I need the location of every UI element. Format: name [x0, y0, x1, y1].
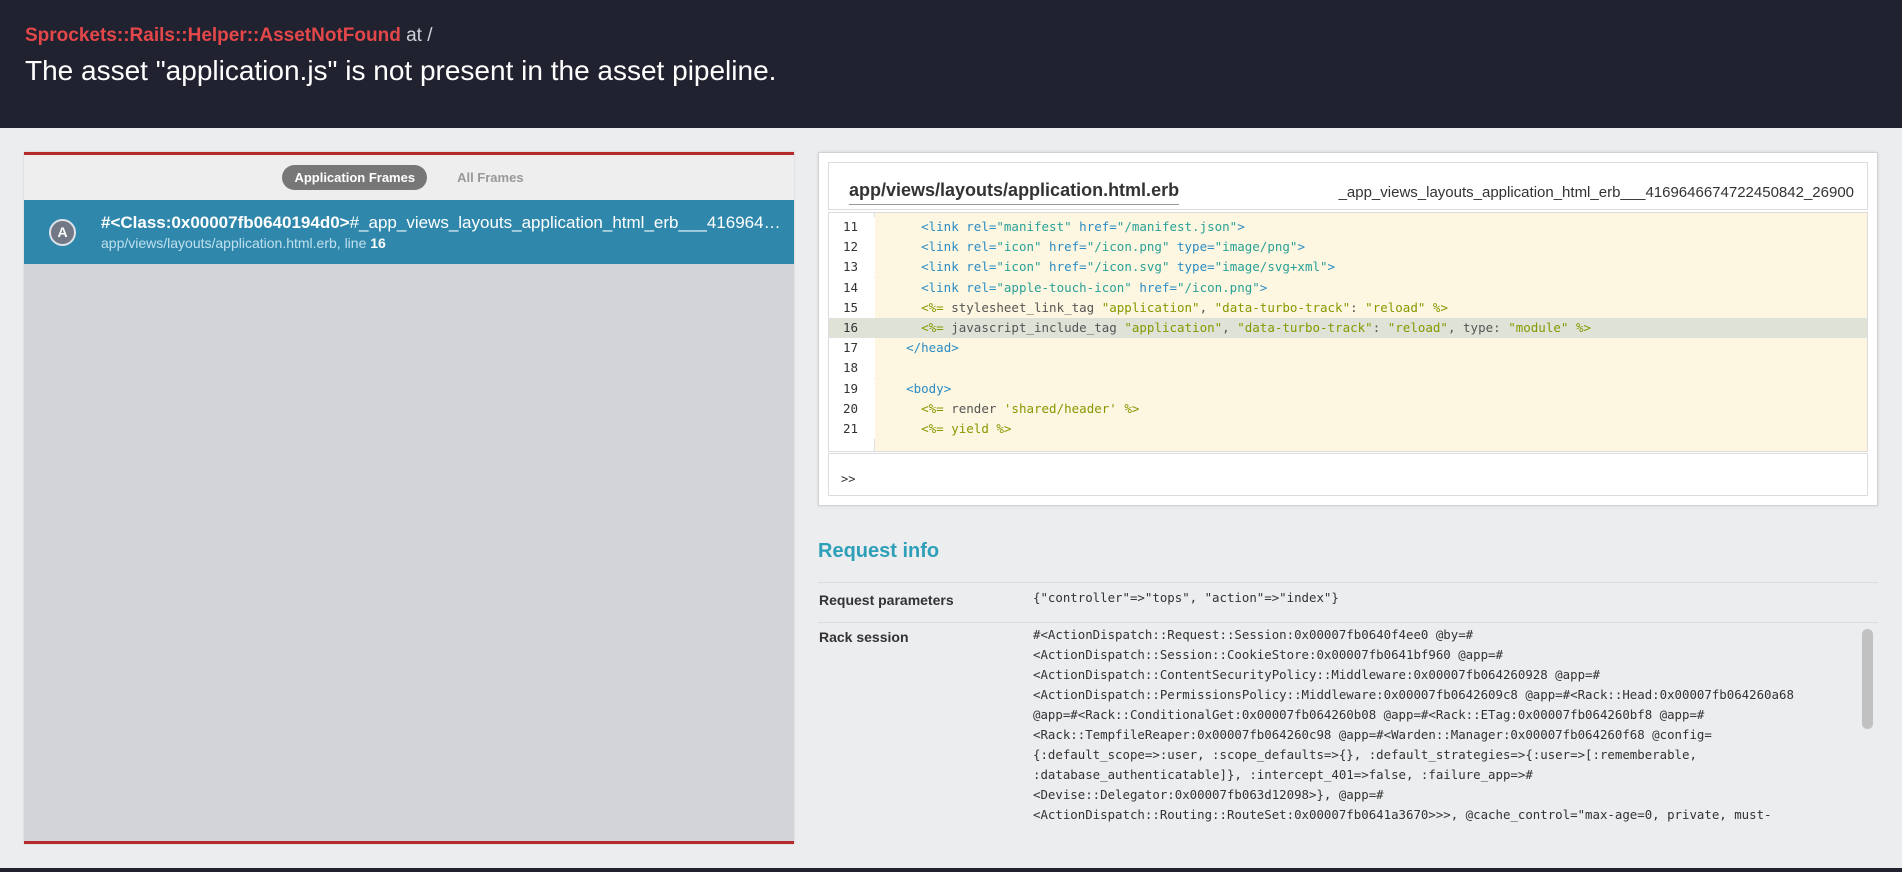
rack-session-row: Rack session #<ActionDispatch::Request::…	[818, 622, 1878, 832]
rack-session-line: #<ActionDispatch::Request::Session:0x000…	[1033, 627, 1474, 642]
line-number: 17	[829, 338, 875, 359]
code-text: <%= render 'shared/header' %>	[921, 400, 1140, 416]
rack-session-line: {:default_scope=>:user, :scope_defaults=…	[1033, 747, 1697, 762]
code-text: <link rel="apple-touch-icon" href="/icon…	[921, 279, 1268, 295]
frame-line-number: 16	[370, 235, 386, 251]
code-line: 18	[829, 358, 1867, 379]
source-file-name[interactable]: app/views/layouts/application.html.erb	[849, 180, 1180, 205]
code-text: <link rel="icon" href="/icon.svg" type="…	[921, 259, 1336, 275]
line-number: 18	[829, 358, 875, 379]
tab-application-frames[interactable]: Application Frames	[282, 165, 428, 190]
exception-message: The asset "application.js" is not presen…	[25, 55, 777, 86]
exception-path: at /	[400, 25, 433, 46]
code-text: <%= stylesheet_link_tag "application", "…	[921, 299, 1448, 315]
rack-session-line: <ActionDispatch::ContentSecurityPolicy::…	[1033, 667, 1600, 682]
frames-tab-bar: Application Frames All Frames	[24, 155, 794, 200]
frame-name: #<Class:0x00007fb0640194d0>#_app_views_l…	[101, 212, 781, 234]
code-line: 11 <link rel="manifest" href="/manifest.…	[829, 217, 1867, 237]
frame-badge-icon: A	[49, 218, 76, 246]
line-number: 13	[829, 257, 875, 278]
rack-session-line: <Rack::TempfileReaper:0x00007fb064260c98…	[1033, 727, 1712, 742]
code-text: <%= javascript_include_tag "application"…	[921, 320, 1591, 335]
code-line: 12 <link rel="icon" href="/icon.png" typ…	[829, 237, 1867, 258]
frame-location: app/views/layouts/application.html.erb, …	[101, 234, 781, 252]
rack-session-scrollbar[interactable]	[1862, 629, 1873, 729]
source-panel: app/views/layouts/application.html.erb _…	[818, 152, 1878, 506]
line-number: 19	[829, 378, 875, 399]
line-number: 21	[829, 419, 875, 439]
rack-session-value: #<ActionDispatch::Request::Session:0x000…	[1033, 625, 1794, 825]
console-input[interactable]: >>	[828, 453, 1868, 496]
frame-file: app/views/layouts/application.html.erb, …	[101, 235, 371, 251]
bottom-bar	[0, 868, 1902, 872]
code-line: 17 </head>	[829, 338, 1867, 359]
request-params-label: Request parameters	[819, 592, 954, 608]
code-line: 16 <%= javascript_include_tag "applicati…	[829, 318, 1867, 338]
code-line: 13 <link rel="icon" href="/icon.svg" typ…	[829, 257, 1867, 278]
line-number: 12	[829, 237, 875, 258]
code-text: <%= yield %>	[921, 421, 1012, 436]
line-number: 20	[829, 398, 875, 419]
code-text: <link rel="icon" href="/icon.png" type="…	[921, 239, 1305, 255]
code-line: 21 <%= yield %>	[829, 419, 1867, 439]
rack-session-line: @app=#<Rack::ConditionalGet:0x00007fb064…	[1033, 707, 1705, 722]
request-info-heading: Request info	[818, 540, 940, 562]
exception-line: Sprockets::Rails::Helper::AssetNotFound …	[25, 24, 1877, 48]
code-line: 19 <body>	[829, 378, 1867, 399]
frame-texts: #<Class:0x00007fb0640194d0>#_app_views_l…	[101, 212, 781, 252]
frame-class: #<Class:0x00007fb0640194d0>	[101, 213, 350, 232]
request-params-row: Request parameters {"controller"=>"tops"…	[818, 582, 1878, 622]
tab-all-frames[interactable]: All Frames	[445, 165, 535, 190]
error-header: Sprockets::Rails::Helper::AssetNotFound …	[0, 0, 1902, 128]
rack-session-line: <ActionDispatch::PermissionsPolicy::Midd…	[1033, 687, 1794, 702]
source-header: app/views/layouts/application.html.erb _…	[828, 162, 1868, 210]
exception-class: Sprockets::Rails::Helper::AssetNotFound	[25, 25, 401, 46]
code-line: 20 <%= render 'shared/header' %>	[829, 398, 1867, 419]
source-code: 11 <link rel="manifest" href="/manifest.…	[828, 212, 1868, 452]
frame-method: #_app_views_layouts_application_html_erb…	[349, 213, 781, 232]
rack-session-label: Rack session	[819, 629, 909, 645]
code-line: 14 <link rel="apple-touch-icon" href="/i…	[829, 277, 1867, 298]
code-line: 15 <%= stylesheet_link_tag "application"…	[829, 297, 1867, 318]
request-params-value: {"controller"=>"tops", "action"=>"index"…	[1033, 590, 1339, 605]
rack-session-line: <ActionDispatch::Routing::RouteSet:0x000…	[1033, 807, 1772, 822]
code-text: <link rel="manifest" href="/manifest.jso…	[921, 219, 1245, 234]
frame-item[interactable]: A #<Class:0x00007fb0640194d0>#_app_views…	[24, 200, 794, 264]
code-text: </head>	[906, 340, 959, 356]
rack-session-line: <ActionDispatch::Session::CookieStore:0x…	[1033, 647, 1503, 662]
source-method-name: _app_views_layouts_application_html_erb_…	[1338, 184, 1854, 201]
rack-session-line: <Devise::Delegator:0x00007fb063d12098>},…	[1033, 787, 1384, 802]
frames-panel: Application Frames All Frames A #<Class:…	[24, 152, 794, 844]
line-number: 11	[829, 217, 875, 237]
line-number: 14	[829, 277, 875, 298]
rack-session-line: :database_authenticatable]}, :intercept_…	[1033, 767, 1533, 782]
line-number: 16	[829, 318, 875, 338]
code-text: <body>	[906, 380, 952, 396]
request-info-section: Request info Request parameters {"contro…	[818, 540, 1878, 822]
line-number: 15	[829, 297, 875, 318]
